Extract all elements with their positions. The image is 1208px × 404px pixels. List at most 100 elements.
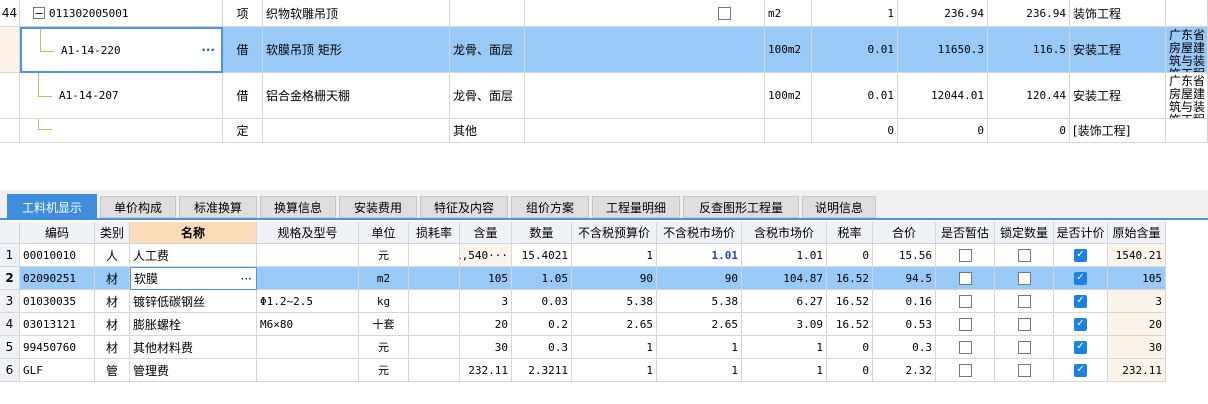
item-name[interactable]: 软膜吊顶 矩形 <box>263 27 450 73</box>
item-unit[interactable]: 100m2 <box>765 73 812 119</box>
table-row[interactable]: 3 01030035 材镀锌低碳钢丝 Φ1.2~2.5 kg 3 0.03 5.38 5.38 6… <box>0 290 1166 313</box>
minus-box-icon[interactable]: − <box>33 7 45 19</box>
tab-pricing-plan[interactable]: 组价方案 <box>511 196 589 218</box>
checkbox[interactable] <box>718 6 731 20</box>
check-icon[interactable]: ✓ <box>1074 363 1087 377</box>
lock-qty-checkbox[interactable] <box>1017 317 1031 331</box>
item-spec[interactable] <box>450 0 525 27</box>
item-qty[interactable]: 1 <box>812 0 898 27</box>
estimated-checkbox-cell[interactable] <box>936 290 995 313</box>
check-icon[interactable]: ✓ <box>1074 294 1087 308</box>
col-priced[interactable]: 是否计价 <box>1054 222 1108 244</box>
col-budget-price[interactable]: 不含税预算价 <box>572 222 657 244</box>
item-major[interactable]: 装饰工程 <box>1070 0 1166 27</box>
estimated-checkbox[interactable] <box>958 340 972 354</box>
table-row[interactable]: A1-14-220 ··· 借 软膜吊顶 矩形 龙骨、面层 100m2 0.01… <box>0 27 1208 73</box>
item-spec[interactable]: 龙骨、面层 <box>450 27 525 73</box>
estimated-checkbox-cell[interactable] <box>936 267 995 290</box>
tab-quantity-detail[interactable]: 工程量明细 <box>592 196 680 218</box>
lock-qty-checkbox-cell[interactable] <box>995 290 1054 313</box>
item-unit[interactable] <box>765 119 812 143</box>
priced-checkbox-cell[interactable]: ✓ <box>1054 313 1108 336</box>
priced-checkbox-cell[interactable]: ✓ <box>1054 267 1108 290</box>
col-spec[interactable]: 规格及型号 <box>257 222 359 244</box>
col-market-price[interactable]: 不含税市场价 <box>657 222 742 244</box>
tab-description[interactable]: 说明信息 <box>802 196 876 218</box>
col-loss-rate[interactable]: 损耗率 <box>409 222 460 244</box>
col-name[interactable]: 名称 <box>130 222 257 244</box>
col-original-content[interactable]: 原始含量 <box>1108 222 1166 244</box>
table-row[interactable]: 6 GLF 管管理费 元 232.11 2.3211 1 1 1 0 2.32 ✓ 232.11 <box>0 359 1166 382</box>
col-estimated[interactable]: 是否暂估 <box>936 222 995 244</box>
check-icon[interactable]: ✓ <box>1074 340 1087 354</box>
estimated-checkbox[interactable] <box>958 294 972 308</box>
lock-qty-checkbox-cell[interactable] <box>995 313 1054 336</box>
lock-qty-checkbox-cell[interactable] <box>995 336 1054 359</box>
check-icon[interactable]: ✓ <box>1074 248 1087 262</box>
item-name[interactable] <box>263 119 450 143</box>
item-major[interactable]: [装饰工程] <box>1070 119 1166 143</box>
lock-qty-checkbox-cell[interactable] <box>995 359 1054 382</box>
table-row[interactable]: 定 其他 0 0 0 [装饰工程] <box>0 119 1208 143</box>
col-lock-qty[interactable]: 锁定数量 <box>995 222 1054 244</box>
lock-qty-checkbox[interactable] <box>1017 294 1031 308</box>
item-spec[interactable]: 龙骨、面层 <box>450 73 525 119</box>
tab-features[interactable]: 特征及内容 <box>420 196 508 218</box>
more-icon[interactable]: ··· <box>241 272 252 286</box>
col-tax-rate[interactable]: 税率 <box>827 222 873 244</box>
lock-qty-checkbox[interactable] <box>1017 340 1031 354</box>
item-major[interactable]: 安装工程 <box>1070 73 1166 119</box>
item-qty[interactable]: 0.01 <box>812 73 898 119</box>
priced-checkbox-cell[interactable]: ✓ <box>1054 290 1108 313</box>
lock-qty-checkbox-cell[interactable] <box>995 244 1054 267</box>
tab-labor-material-machine[interactable]: 工料机显示 <box>7 194 97 220</box>
estimated-checkbox[interactable] <box>958 248 972 262</box>
priced-checkbox-cell[interactable]: ✓ <box>1054 336 1108 359</box>
estimated-checkbox[interactable] <box>958 363 972 377</box>
lock-qty-checkbox[interactable] <box>1017 248 1031 262</box>
item-qty[interactable]: 0.01 <box>812 27 898 73</box>
table-row[interactable]: 1 00010010 人人工费 元 1,540··· 15.4021 1 1.01 1.01 0 1… <box>0 244 1166 267</box>
col-total[interactable]: 合价 <box>873 222 936 244</box>
col-tax-market-price[interactable]: 含税市场价 <box>742 222 827 244</box>
item-unit[interactable]: m2 <box>765 0 812 27</box>
col-content[interactable]: 含量 <box>460 222 512 244</box>
item-code-cell[interactable] <box>20 119 223 143</box>
item-unit[interactable]: 100m2 <box>765 27 812 73</box>
estimated-checkbox-cell[interactable] <box>936 336 995 359</box>
col-unit[interactable]: 单位 <box>359 222 409 244</box>
item-major[interactable]: 安装工程 <box>1070 27 1166 73</box>
tab-unit-price[interactable]: 单价构成 <box>100 196 176 218</box>
priced-checkbox-cell[interactable]: ✓ <box>1054 359 1108 382</box>
tab-reverse-graphic-quantity[interactable]: 反查图形工程量 <box>683 196 799 218</box>
lock-qty-checkbox[interactable] <box>1017 271 1031 285</box>
table-row[interactable]: 2 02090251 材 软膜 ··· m2 105 1.05 90 90 104.87 16.52 9… <box>0 267 1166 290</box>
estimated-checkbox-cell[interactable] <box>936 244 995 267</box>
table-row[interactable]: 4 03013121 材膨胀螺栓 M6×80 十套 20 0.2 2.65 2.65 3.09 16… <box>0 313 1166 336</box>
tab-install-fee[interactable]: 安装费用 <box>339 196 417 218</box>
estimated-checkbox[interactable] <box>958 271 972 285</box>
item-code-cell[interactable]: − 011302005001 <box>20 0 223 27</box>
col-quantity[interactable]: 数量 <box>512 222 572 244</box>
item-name[interactable]: 织物软雕吊顶 <box>263 0 450 27</box>
lock-qty-checkbox-cell[interactable] <box>995 267 1054 290</box>
priced-checkbox-cell[interactable]: ✓ <box>1054 244 1108 267</box>
more-icon[interactable]: ··· <box>201 43 215 57</box>
check-icon[interactable]: ✓ <box>1074 317 1087 331</box>
col-code[interactable]: 编码 <box>20 222 95 244</box>
estimated-checkbox-cell[interactable] <box>936 313 995 336</box>
item-qty[interactable]: 0 <box>812 119 898 143</box>
item-spec[interactable]: 其他 <box>450 119 525 143</box>
item-code-cell-editing[interactable]: A1-14-220 ··· <box>20 27 223 73</box>
estimated-checkbox-cell[interactable] <box>936 359 995 382</box>
checkbox-cell[interactable] <box>525 0 765 27</box>
tab-standard-conversion[interactable]: 标准换算 <box>179 196 257 218</box>
check-icon[interactable]: ✓ <box>1074 271 1087 285</box>
table-row[interactable]: 44 − 011302005001 项 织物软雕吊顶 m2 1 236.94 2… <box>0 0 1208 27</box>
col-category[interactable]: 类别 <box>95 222 130 244</box>
lock-qty-checkbox[interactable] <box>1017 363 1031 377</box>
estimated-checkbox[interactable] <box>958 317 972 331</box>
item-name[interactable]: 铝合金格栅天棚 <box>263 73 450 119</box>
tab-conversion-info[interactable]: 换算信息 <box>260 196 336 218</box>
table-row[interactable]: A1-14-207 借 铝合金格栅天棚 龙骨、面层 100m2 0.01 120… <box>0 73 1208 119</box>
